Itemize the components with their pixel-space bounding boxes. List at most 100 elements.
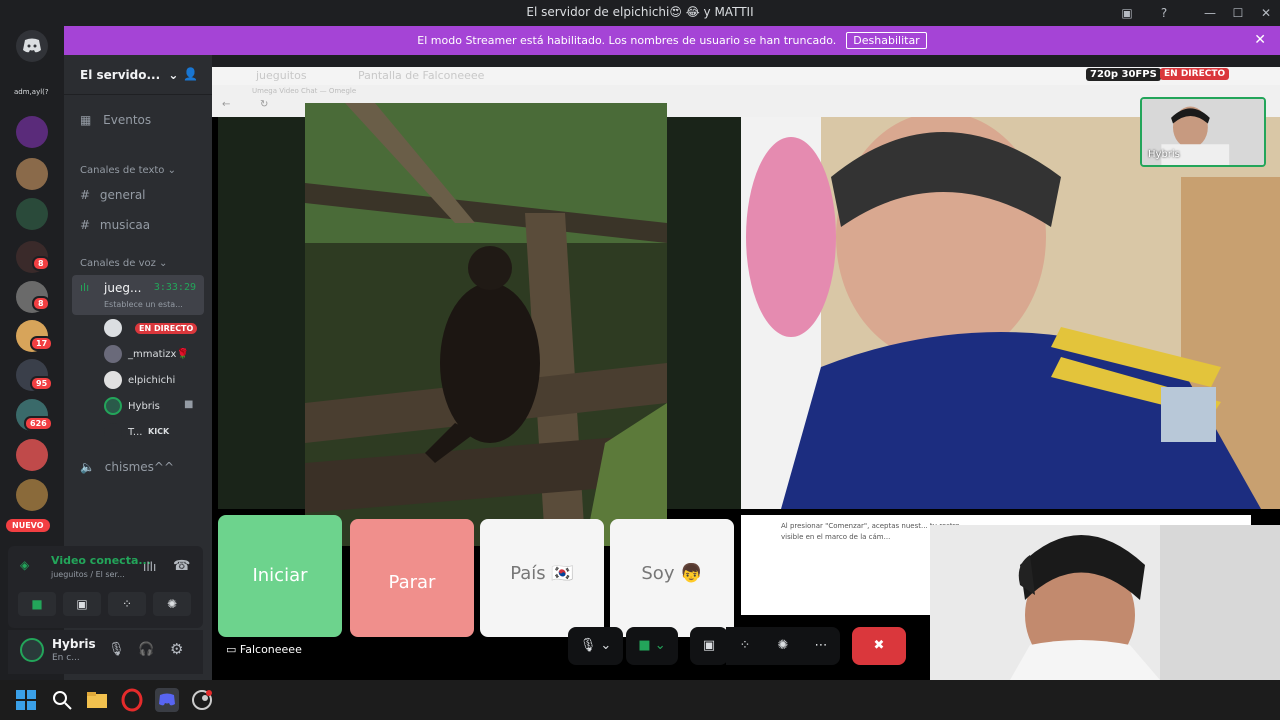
steam-icon[interactable] — [190, 688, 214, 712]
file-explorer-icon[interactable] — [85, 688, 109, 712]
windows-start-icon[interactable] — [14, 688, 38, 712]
server-icon-10[interactable] — [16, 479, 48, 511]
noise-suppression-icon[interactable]: ıllı — [143, 560, 156, 574]
participant-name: Hybris — [1148, 149, 1180, 160]
stage-channel-name: jueguitos — [256, 69, 307, 82]
camera-button[interactable]: ■ — [18, 592, 56, 616]
stranger-video — [741, 117, 1280, 509]
add-member-icon[interactable]: 👤 — [183, 67, 198, 81]
activity-button[interactable]: ⁘ — [108, 592, 146, 616]
channel-label: musicaa — [99, 218, 151, 232]
more-options-icon[interactable]: ⋯ — [802, 627, 840, 665]
channel-item-musicaa[interactable]: # musicaa — [80, 218, 150, 232]
maximize-button[interactable]: ☐ — [1228, 3, 1248, 23]
monkey-photo — [305, 103, 667, 546]
close-banner-icon[interactable]: ✕ — [1254, 32, 1266, 48]
mention-badge: 17 — [30, 336, 54, 351]
voice-status: Establece un esta... — [104, 300, 183, 309]
voice-connected-panel: ◈ Video conecta... jueguitos / El ser...… — [8, 546, 203, 628]
live-indicator: EN DIRECTO — [1160, 68, 1230, 80]
discord-taskbar-icon[interactable] — [155, 688, 179, 712]
chevron-down-icon: ⌄ — [168, 68, 179, 82]
streamer-mode-banner: El modo Streamer está habilitado. Los no… — [64, 26, 1280, 55]
server-icon-2[interactable] — [16, 158, 48, 190]
disconnect-icon[interactable]: ☎ — [173, 558, 190, 574]
user-panel: Hybris En c... 🎙 🎧 ⚙ — [8, 630, 203, 674]
microphone-icon[interactable]: 🎙 — [108, 642, 125, 657]
voice-channel-chismes[interactable]: 🔈 chismes^^ — [80, 460, 174, 474]
member-name[interactable]: elpichichi — [128, 375, 175, 386]
channel-label: general — [99, 188, 146, 202]
participant-tile[interactable]: Hybris — [1140, 97, 1266, 167]
server-icon-3[interactable] — [16, 198, 48, 230]
new-badge[interactable]: NUEVO — [6, 519, 50, 532]
avatar[interactable] — [104, 397, 122, 415]
mention-badge: 8 — [32, 296, 50, 311]
search-icon[interactable] — [50, 688, 74, 712]
hash-icon: # — [80, 218, 91, 232]
stream-owner-name: Falconeeee — [239, 643, 302, 656]
reload-icon[interactable]: ↻ — [260, 99, 268, 110]
leave-call-button[interactable]: ✖ — [852, 627, 906, 665]
member-name[interactable]: Hybris — [128, 401, 160, 412]
gender-button[interactable]: Soy 👦 — [610, 519, 734, 637]
mention-badge: 95 — [30, 376, 54, 391]
server-icon-9[interactable] — [16, 439, 48, 471]
avatar[interactable] — [104, 345, 122, 363]
screen-share-button[interactable]: ▣ — [63, 592, 101, 616]
discord-home-icon[interactable] — [16, 30, 48, 62]
close-window-button[interactable]: ✕ — [1256, 3, 1276, 23]
speaker-icon: 🔈 — [80, 460, 95, 474]
call-controls: 🎙 ⌄ ■ ⌄ ▣ ⁘ ✺ ⋯ ✖ — [568, 627, 908, 665]
events-item[interactable]: ▦ Eventos — [80, 113, 151, 127]
voice-panel-subtitle: jueguitos / El ser... — [51, 570, 125, 579]
avatar[interactable] — [20, 638, 44, 662]
streamer-mode-message: El modo Streamer está habilitado. Los no… — [417, 34, 837, 47]
server-header[interactable]: El servido... ⌄ 👤 — [64, 55, 212, 95]
disable-streamer-mode-button[interactable]: Deshabilitar — [846, 32, 927, 49]
stop-button[interactable]: Parar — [350, 519, 474, 637]
server-name: El servido... — [80, 68, 161, 82]
live-badge: EN DIRECTO — [135, 323, 198, 334]
inbox-icon[interactable]: ▣ — [1117, 3, 1137, 23]
stage-header: jueguitos Pantalla de Falconeeee 720p 30… — [212, 67, 1280, 85]
back-arrow-icon[interactable]: ← — [222, 99, 230, 110]
channel-item-general[interactable]: # general — [80, 188, 146, 202]
minimize-button[interactable]: — — [1200, 3, 1220, 23]
server-icon-1[interactable] — [16, 116, 48, 148]
member-name[interactable]: T... — [128, 427, 142, 438]
help-icon[interactable]: ? — [1154, 3, 1174, 23]
mic-toggle-button[interactable]: 🎙 ⌄ — [568, 627, 623, 665]
avatar[interactable] — [104, 371, 122, 389]
stream-title: Pantalla de Falconeeee — [358, 69, 485, 82]
text-category[interactable]: Canales de texto ⌄ — [80, 165, 176, 176]
start-button[interactable]: Iniciar — [218, 515, 342, 637]
events-label: Eventos — [103, 113, 152, 127]
quality-badge: 720p 30FPS — [1086, 68, 1161, 81]
activities-button[interactable]: ⁘ — [726, 627, 764, 665]
headphones-icon[interactable]: 🎧 — [138, 642, 154, 657]
soundboard-button[interactable]: ✺ — [153, 592, 191, 616]
facecam-overlay — [930, 525, 1280, 680]
user-status: En c... — [52, 653, 80, 663]
windows-taskbar — [0, 680, 1280, 720]
avatar[interactable] — [104, 423, 122, 441]
video-camera-icon: ■ — [184, 399, 194, 410]
hash-icon: # — [80, 188, 91, 202]
voice-channel-active[interactable]: ılı jueg... 3:33:29 Establece un esta... — [72, 275, 204, 315]
stream-owner-label: ▭ Falconeeee — [220, 641, 308, 658]
country-button[interactable]: País 🇰🇷 — [480, 519, 604, 637]
settings-gear-icon[interactable]: ⚙ — [170, 640, 183, 658]
server-label: adm,ayl(? — [14, 88, 49, 96]
opera-browser-icon[interactable] — [120, 688, 144, 712]
voice-channel-name: jueg... — [104, 281, 142, 295]
voice-category[interactable]: Canales de voz ⌄ — [80, 258, 167, 269]
avatar[interactable] — [104, 319, 122, 337]
member-name[interactable]: _mmatizx🌹 — [128, 349, 189, 360]
soundboard-icon[interactable]: ✺ — [764, 627, 802, 665]
voice-timer: 3:33:29 — [153, 282, 196, 293]
calendar-icon: ▦ — [80, 113, 92, 127]
share-screen-button[interactable]: ▣ — [690, 627, 728, 665]
mention-badge: 8 — [32, 256, 50, 271]
camera-toggle-button[interactable]: ■ ⌄ — [626, 627, 678, 665]
